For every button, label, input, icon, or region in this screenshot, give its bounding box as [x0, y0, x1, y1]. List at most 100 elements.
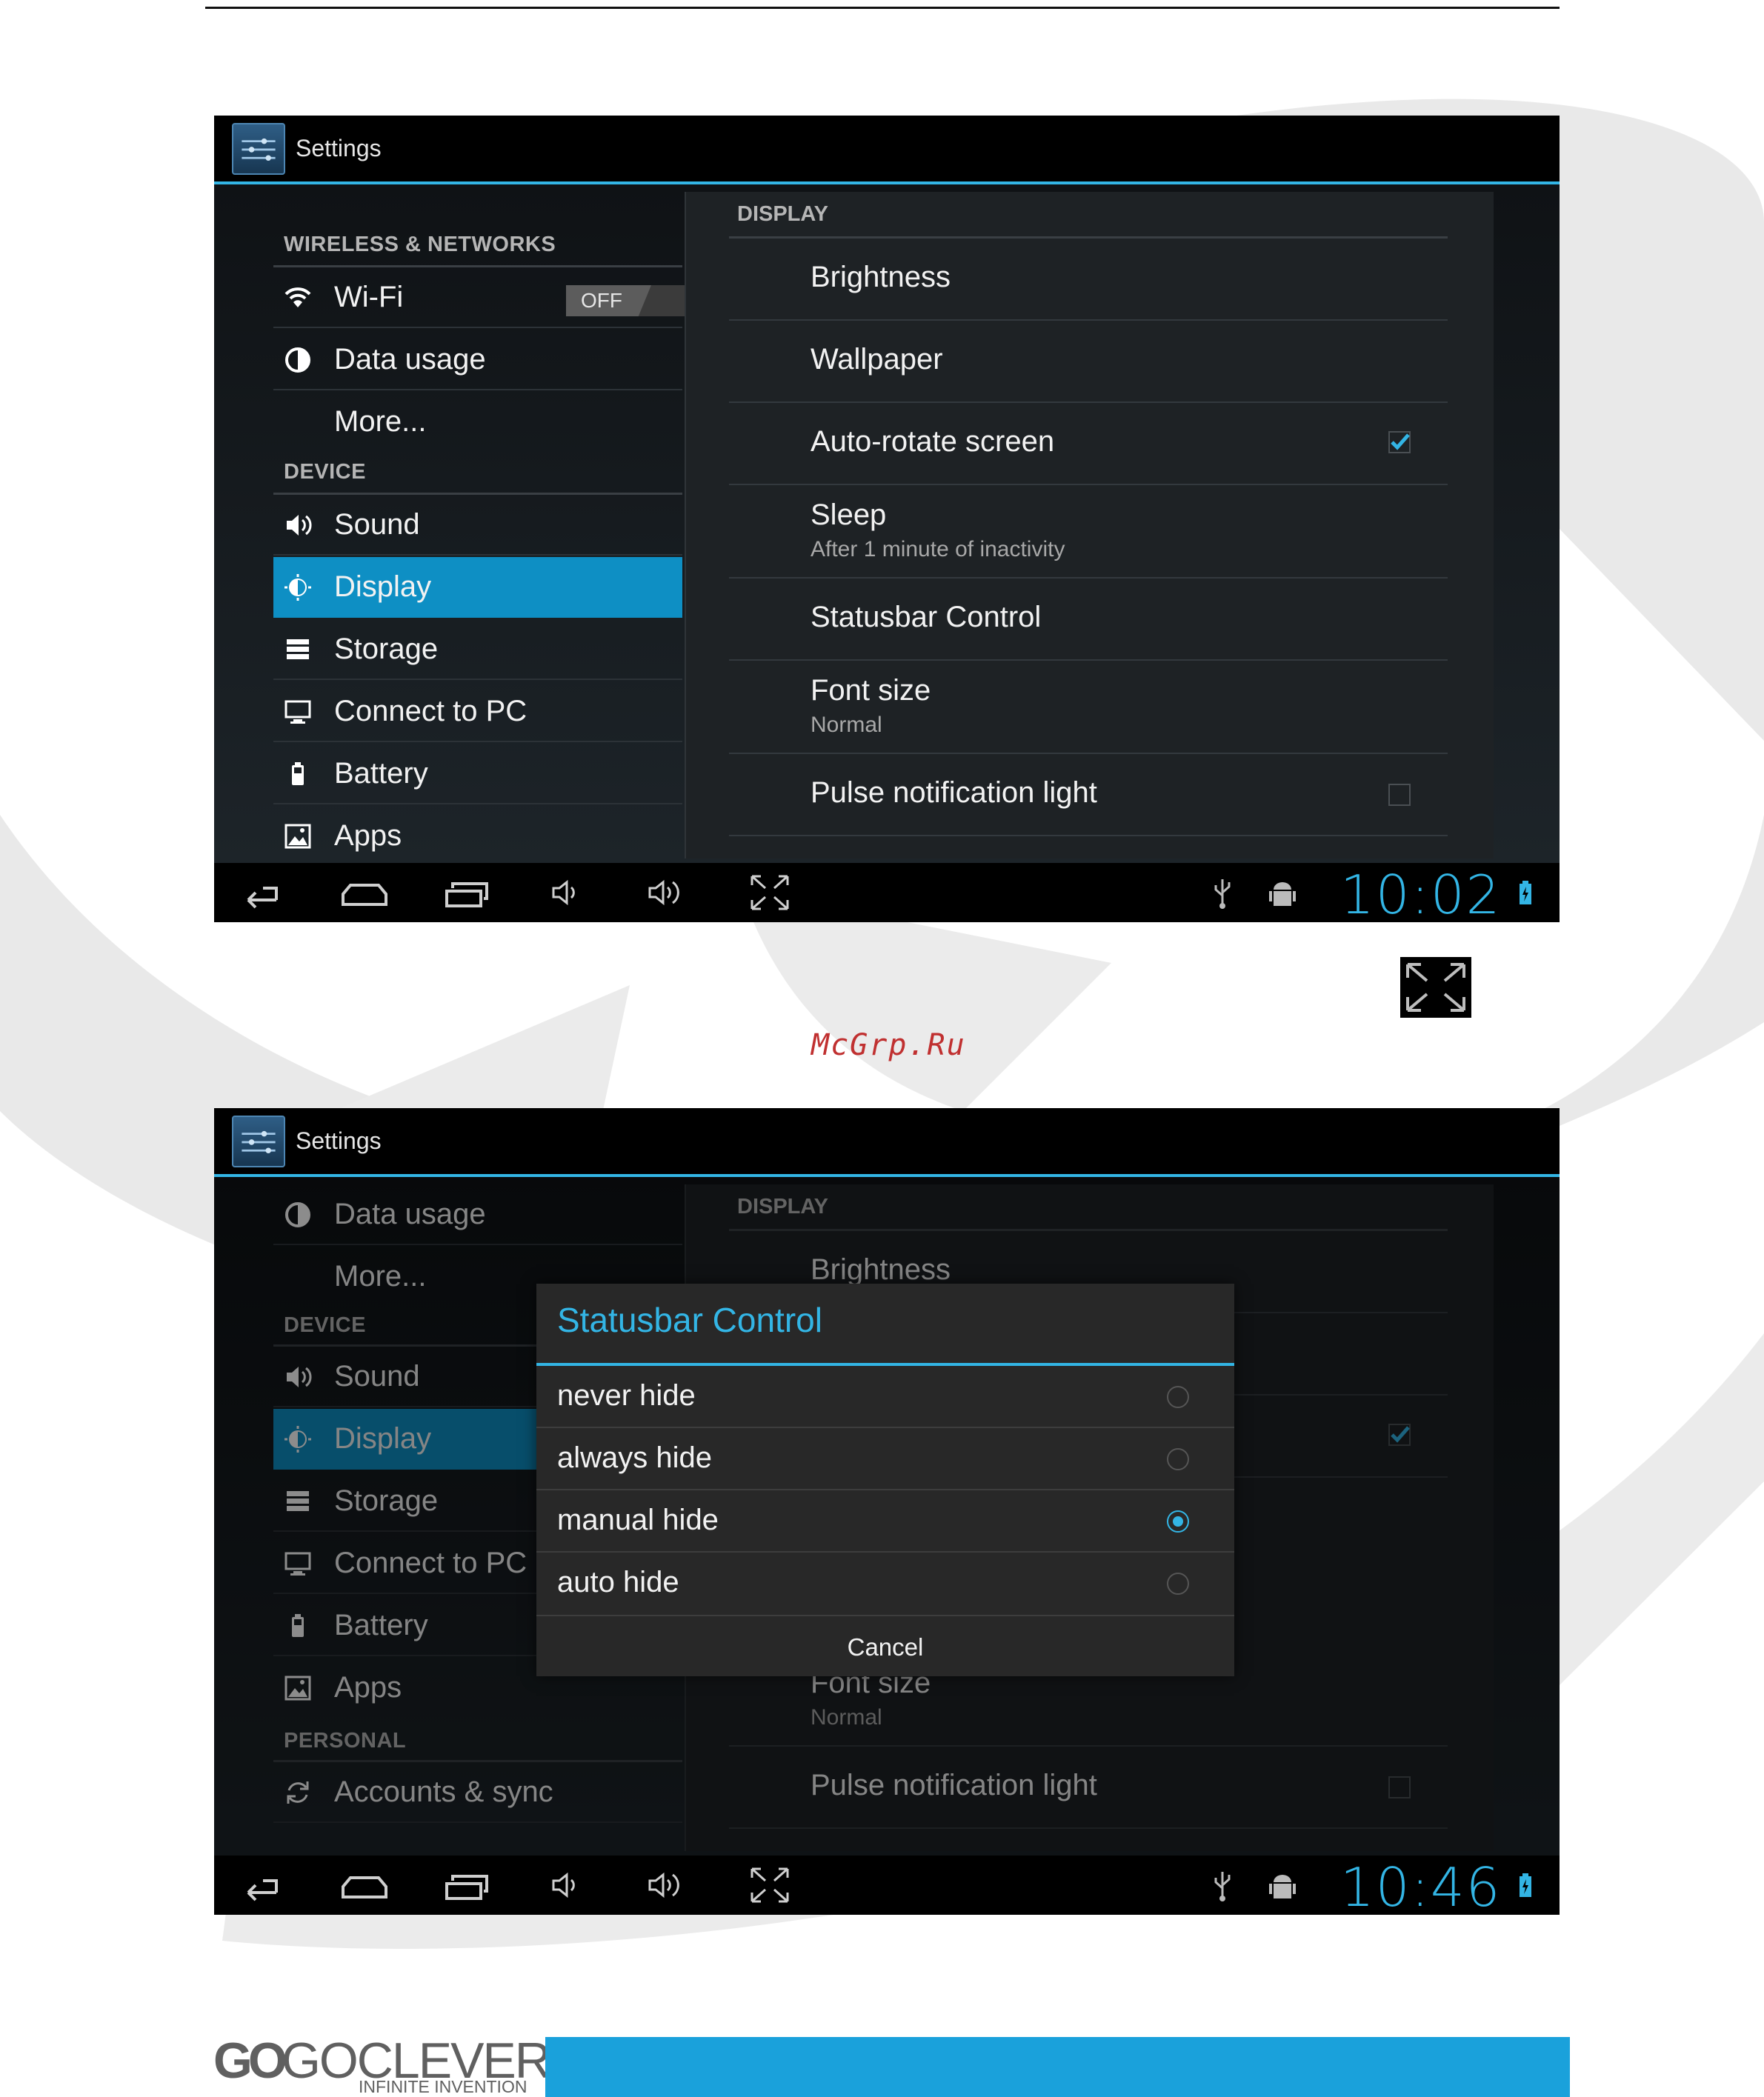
pref-wallpaper[interactable]: Wallpaper [729, 321, 1448, 403]
pref-font-size[interactable]: Font size Normal [729, 661, 1448, 754]
sidebar-item-wifi[interactable]: Wi-Fi OFF [273, 267, 714, 328]
usb-icon [1214, 879, 1231, 909]
monitor-icon [284, 700, 311, 724]
cancel-button[interactable]: Cancel [536, 1615, 1234, 1678]
sidebar-item-display[interactable]: Display [273, 557, 682, 618]
battery-charging-icon [1520, 1873, 1531, 1897]
top-rule [205, 7, 1560, 9]
sidebar-item-label: Connect to PC [334, 695, 527, 727]
sidebar-item-label: Data usage [334, 343, 486, 376]
action-bar: Settings [214, 116, 1560, 182]
status-clock: 10:46 [1340, 1856, 1502, 1915]
volume-up-icon[interactable] [645, 1866, 687, 1904]
system-nav-bar: 10:46 [214, 1856, 1560, 1915]
fullscreen-icon-sample [1400, 957, 1471, 1018]
sidebar-item-label: Wi-Fi [334, 281, 404, 313]
pref-title: Auto-rotate screen [811, 425, 1055, 458]
goclever-logo: GO GOCLEVER INFINITE INVENTION [213, 2033, 551, 2097]
pref-title: Sleep [811, 499, 887, 531]
footer-blue-band [545, 2037, 1570, 2097]
option-label: never hide [557, 1379, 696, 1412]
radio-button[interactable] [1167, 1386, 1189, 1408]
section-header-display: DISPLAY [737, 202, 829, 226]
wifi-icon [284, 287, 311, 307]
sidebar-item-connect-pc[interactable]: Connect to PC [273, 681, 682, 742]
action-bar: Settings [214, 1108, 1560, 1175]
system-nav-bar: 10:02 [214, 863, 1560, 922]
display-settings-panel: DISPLAY Brightness Wallpaper Auto-rotate… [685, 192, 1494, 859]
wifi-toggle-label: OFF [566, 285, 651, 316]
volume-up-icon[interactable] [645, 873, 687, 912]
radio-button-selected[interactable] [1167, 1510, 1189, 1533]
option-always-hide[interactable]: always hide [536, 1428, 1234, 1490]
sidebar-item-apps[interactable]: Apps [273, 806, 682, 867]
option-never-hide[interactable]: never hide [536, 1366, 1234, 1428]
watermark: McGrp.Ru [811, 1028, 966, 1062]
volume-down-icon[interactable] [549, 873, 583, 912]
pulse-light-checkbox[interactable] [1388, 784, 1411, 806]
fullscreen-icon[interactable] [749, 1866, 791, 1904]
battery-charging-icon [1520, 881, 1531, 904]
pref-auto-rotate[interactable]: Auto-rotate screen [729, 403, 1448, 485]
fullscreen-icon[interactable] [749, 873, 791, 912]
auto-rotate-checkbox[interactable] [1388, 431, 1411, 453]
sidebar-item-storage[interactable]: Storage [273, 619, 682, 680]
logo-tagline: INFINITE INVENTION [359, 2077, 527, 2096]
home-icon[interactable] [340, 1866, 389, 1904]
storage-icon [287, 639, 309, 659]
sidebar-item-battery[interactable]: Battery [273, 744, 682, 804]
sidebar-item-label: Battery [334, 757, 428, 790]
settings-sidebar: WIRELESS & NETWORKS Wi-Fi OFF Data usage… [273, 184, 714, 863]
android-debug-icon [1269, 882, 1296, 906]
tablet-screenshot-settings: Settings WIRELESS & NETWORKS Wi-Fi OFF D… [214, 116, 1560, 922]
option-manual-hide[interactable]: manual hide [536, 1490, 1234, 1553]
pref-title: Font size [811, 674, 931, 707]
pref-statusbar-control[interactable]: Statusbar Control [729, 579, 1448, 661]
recent-apps-icon[interactable] [444, 873, 490, 912]
brightness-icon [284, 574, 311, 601]
sidebar-item-label: More... [334, 405, 427, 438]
pref-summary: After 1 minute of inactivity [811, 537, 1065, 561]
settings-app-icon[interactable] [232, 1116, 285, 1167]
pref-pulse-light[interactable]: Pulse notification light [729, 754, 1448, 836]
back-icon[interactable] [238, 1866, 285, 1904]
pref-summary: Normal [811, 713, 882, 737]
android-debug-icon [1269, 1875, 1296, 1898]
recent-apps-icon[interactable] [444, 1866, 490, 1904]
header-device: DEVICE [284, 460, 366, 484]
option-label: manual hide [557, 1504, 719, 1536]
sidebar-item-label: Display [334, 570, 432, 603]
pref-brightness[interactable]: Brightness [729, 239, 1448, 321]
data-usage-icon [285, 347, 310, 373]
settings-app-icon[interactable] [232, 123, 285, 175]
sidebar-item-sound[interactable]: Sound [273, 495, 682, 556]
apps-icon [284, 824, 311, 849]
status-clock: 10:02 [1340, 864, 1502, 922]
sidebar-item-label: Sound [334, 508, 420, 541]
radio-button[interactable] [1167, 1573, 1189, 1595]
sidebar-item-data-usage[interactable]: Data usage [273, 330, 682, 390]
sidebar-item-more[interactable]: More... [273, 392, 682, 441]
home-icon[interactable] [340, 873, 389, 912]
settings-content: WIRELESS & NETWORKS Wi-Fi OFF Data usage… [214, 184, 1560, 863]
app-title: Settings [296, 135, 382, 161]
option-auto-hide[interactable]: auto hide [536, 1553, 1234, 1615]
speaker-icon [287, 515, 312, 536]
logo-go: GO [213, 2033, 287, 2089]
app-title: Settings [296, 1127, 382, 1154]
tablet-screenshot-statusbar-dialog: Settings Data usage More... DEVICE Sound… [214, 1108, 1560, 1915]
pref-title: Pulse notification light [811, 776, 1097, 809]
sidebar-item-label: Storage [334, 633, 439, 665]
sidebar-item-label: Apps [334, 819, 402, 852]
pref-title: Wallpaper [811, 343, 943, 376]
radio-button[interactable] [1167, 1448, 1189, 1470]
pref-title: Statusbar Control [811, 601, 1042, 633]
back-icon[interactable] [238, 873, 285, 912]
header-wireless: WIRELESS & NETWORKS [284, 233, 556, 256]
option-label: always hide [557, 1441, 713, 1474]
dialog-title: Statusbar Control [557, 1301, 822, 1339]
usb-icon [1214, 1872, 1231, 1901]
volume-down-icon[interactable] [549, 1866, 583, 1904]
statusbar-control-dialog: Statusbar Control never hide always hide… [536, 1284, 1234, 1676]
pref-sleep[interactable]: Sleep After 1 minute of inactivity [729, 485, 1448, 579]
